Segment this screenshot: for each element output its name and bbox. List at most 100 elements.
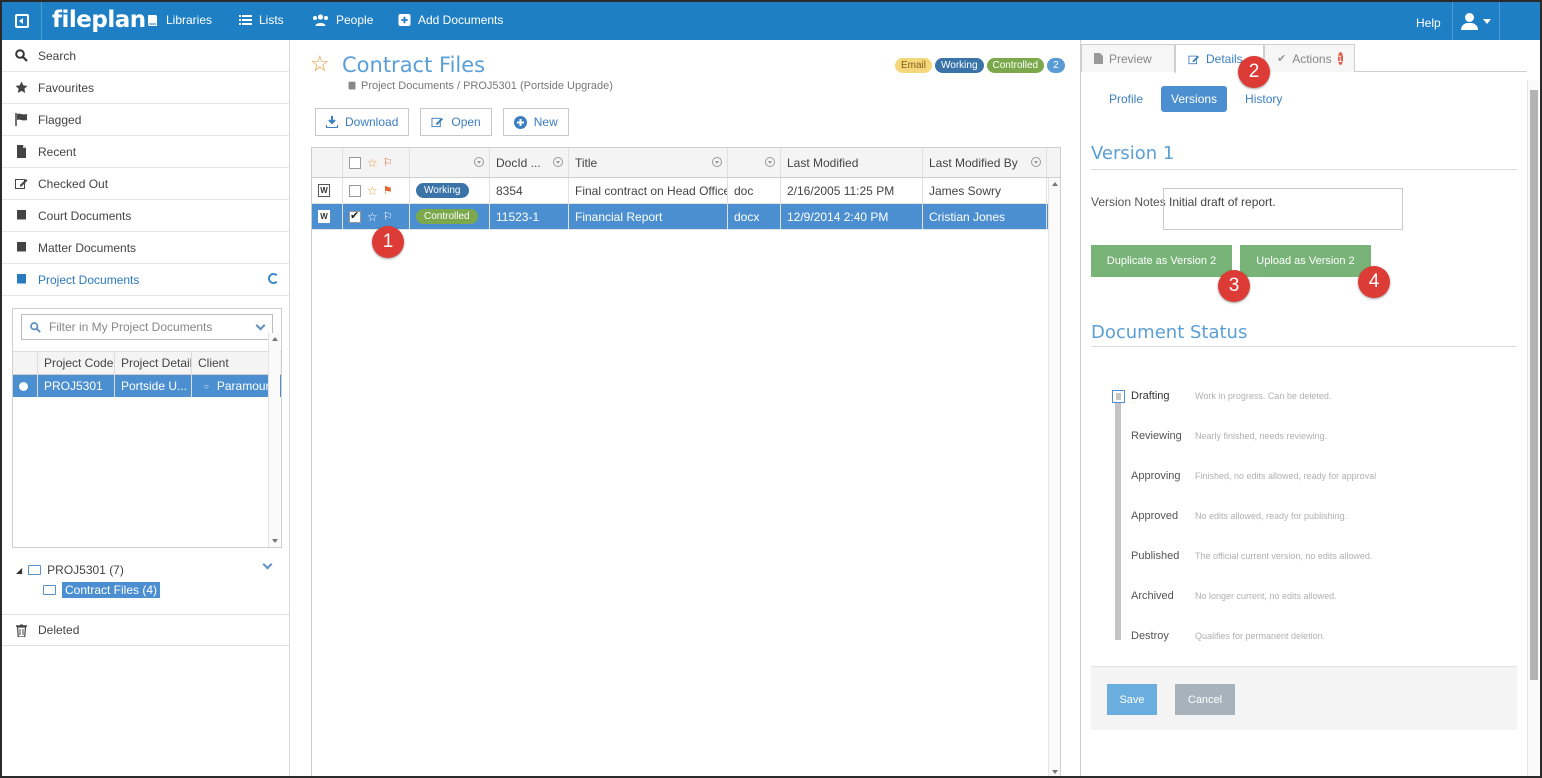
subtab-history[interactable]: History: [1235, 86, 1292, 112]
callout-4: 4: [1358, 266, 1390, 298]
breadcrumb-text[interactable]: Project Documents / PROJ5301 (Portside U…: [361, 80, 613, 92]
favourite-star-icon[interactable]: ☆: [310, 53, 330, 75]
tab-actions[interactable]: ✔ Actions 1: [1264, 44, 1355, 72]
flag-icon[interactable]: ⚐: [383, 156, 393, 169]
column-header-last-modified[interactable]: Last Modified: [781, 148, 923, 177]
status-cell: Working: [410, 178, 490, 203]
subtab-profile[interactable]: Profile: [1099, 86, 1153, 112]
column-header[interactable]: Project Code: [38, 351, 115, 375]
sidebar-item-matter-documents[interactable]: Matter Documents: [2, 232, 289, 264]
table-row-selected[interactable]: W ☆ ⚐ Controlled 11523-1 Financial Repor…: [312, 204, 1060, 230]
table-cell: ○ Paramoun: [192, 375, 269, 397]
filter-icon[interactable]: [712, 157, 722, 167]
nav-people[interactable]: People: [312, 13, 373, 27]
tree-node-child[interactable]: Contract Files (4): [16, 580, 161, 600]
sidebar-item-project-documents[interactable]: Project Documents: [2, 264, 289, 296]
document-icon: [1094, 53, 1103, 64]
row-checkbox[interactable]: [349, 184, 361, 197]
open-button[interactable]: Open: [420, 108, 492, 136]
sidebar-item-label: Favourites: [38, 80, 95, 95]
nav-lists-label: Lists: [259, 13, 284, 27]
flag-icon[interactable]: ⚐: [383, 210, 393, 223]
app-logo[interactable]: fileplan: [52, 7, 146, 33]
sidebar-item-recent[interactable]: Recent: [2, 136, 289, 168]
star-icon[interactable]: ☆: [367, 184, 378, 198]
badge-count[interactable]: 2: [1047, 58, 1065, 73]
radio-selected[interactable]: [13, 375, 38, 397]
star-icon[interactable]: ☆: [367, 210, 378, 224]
sidebar-item-label: Project Documents: [38, 272, 140, 287]
save-button[interactable]: Save: [1107, 684, 1157, 715]
column-header-select[interactable]: ☆ ⚐: [343, 148, 410, 177]
new-button[interactable]: New: [502, 108, 569, 136]
column-header-status[interactable]: [410, 148, 490, 177]
tab-preview[interactable]: Preview: [1081, 44, 1175, 72]
badge-email[interactable]: Email: [895, 58, 933, 73]
sidebar-item-court-documents[interactable]: Court Documents: [2, 200, 289, 232]
chevron-down-icon[interactable]: [262, 559, 273, 570]
column-header[interactable]: Project Detail: [115, 351, 192, 375]
badge-controlled[interactable]: Controlled: [986, 58, 1045, 73]
star-icon[interactable]: ☆: [367, 156, 378, 170]
select-all-checkbox[interactable]: [349, 156, 361, 169]
status-name: Reviewing: [1131, 430, 1182, 442]
sidebar-item-checked-out[interactable]: Checked Out: [2, 168, 289, 200]
project-table-scrollbar[interactable]: [268, 333, 280, 547]
help-link[interactable]: Help: [1416, 16, 1441, 30]
status-name: Destroy: [1131, 630, 1169, 642]
filter-icon[interactable]: [553, 157, 563, 167]
sidebar-item-favourites[interactable]: Favourites: [2, 72, 289, 104]
version-notes-field[interactable]: Initial draft of report.: [1163, 188, 1403, 230]
chevron-down-icon[interactable]: [255, 320, 266, 331]
table-row[interactable]: W ☆ ⚑ Working 8354 Final contract on Hea…: [312, 178, 1060, 204]
sidebar-item-flagged[interactable]: Flagged: [2, 104, 289, 136]
scroll-up-icon[interactable]: [1052, 182, 1058, 186]
table-cell: Portside U...: [115, 375, 192, 397]
status-badges: Email Working Controlled 2: [895, 58, 1065, 73]
scroll-down-icon[interactable]: [1052, 770, 1058, 774]
filter-icon[interactable]: [474, 157, 484, 167]
grid-scrollbar[interactable]: [1048, 178, 1060, 776]
scroll-thumb[interactable]: [1530, 90, 1538, 680]
column-header-ext[interactable]: [728, 148, 781, 177]
filter-icon[interactable]: [765, 157, 775, 167]
duplicate-version-button[interactable]: Duplicate as Version 2: [1091, 245, 1232, 277]
upload-version-button[interactable]: Upload as Version 2: [1240, 245, 1371, 277]
details-tabs: Preview Details ✔ Actions 1: [1081, 44, 1527, 73]
subtab-versions[interactable]: Versions: [1161, 86, 1228, 112]
column-header-title[interactable]: Title: [569, 148, 728, 177]
column-header-docid[interactable]: DocId ...: [490, 148, 569, 177]
flag-icon[interactable]: ⚑: [383, 184, 393, 197]
edit-icon: [431, 117, 444, 128]
document-icon: [17, 145, 26, 158]
user-menu-button[interactable]: [1452, 2, 1500, 40]
collapse-sidebar-button[interactable]: [2, 2, 42, 40]
toggle-right-panel-button[interactable]: [1500, 2, 1540, 40]
details-scrollbar[interactable]: [1527, 80, 1539, 776]
expanded-triangle-icon[interactable]: ◢: [16, 566, 22, 575]
column-header-last-modified-by[interactable]: Last Modified By: [923, 148, 1047, 177]
nav-add-documents[interactable]: Add Documents: [398, 13, 503, 27]
filter-icon[interactable]: [1031, 157, 1041, 167]
nav-lists[interactable]: Lists: [239, 13, 284, 27]
scroll-up-icon[interactable]: [272, 337, 278, 341]
project-filter-input[interactable]: Filter in My Project Documents: [21, 314, 273, 340]
documents-grid: ☆ ⚐ DocId ... Title Last Modified Last M…: [311, 147, 1061, 776]
status-name: Approved: [1131, 510, 1179, 522]
select-column-header: [13, 351, 38, 375]
column-header[interactable]: Client: [192, 351, 269, 375]
column-header-type: [312, 148, 343, 177]
badge-working[interactable]: Working: [935, 58, 984, 73]
nav-libraries[interactable]: Libraries: [146, 13, 212, 27]
download-button[interactable]: Download: [315, 108, 410, 136]
scroll-down-icon[interactable]: [272, 539, 278, 543]
table-row[interactable]: PROJ5301 Portside U... ○ Paramoun: [13, 375, 281, 397]
refresh-icon[interactable]: [268, 273, 279, 284]
table-cell: 12/9/2014 2:40 PM: [781, 204, 923, 229]
tree-node-root[interactable]: ◢ PROJ5301 (7): [16, 560, 160, 580]
sidebar-item-deleted[interactable]: Deleted: [2, 614, 289, 646]
book-icon: [148, 15, 157, 26]
sidebar-item-search[interactable]: Search: [2, 40, 289, 72]
row-checkbox-checked[interactable]: [349, 209, 361, 223]
cancel-button[interactable]: Cancel: [1175, 684, 1235, 715]
